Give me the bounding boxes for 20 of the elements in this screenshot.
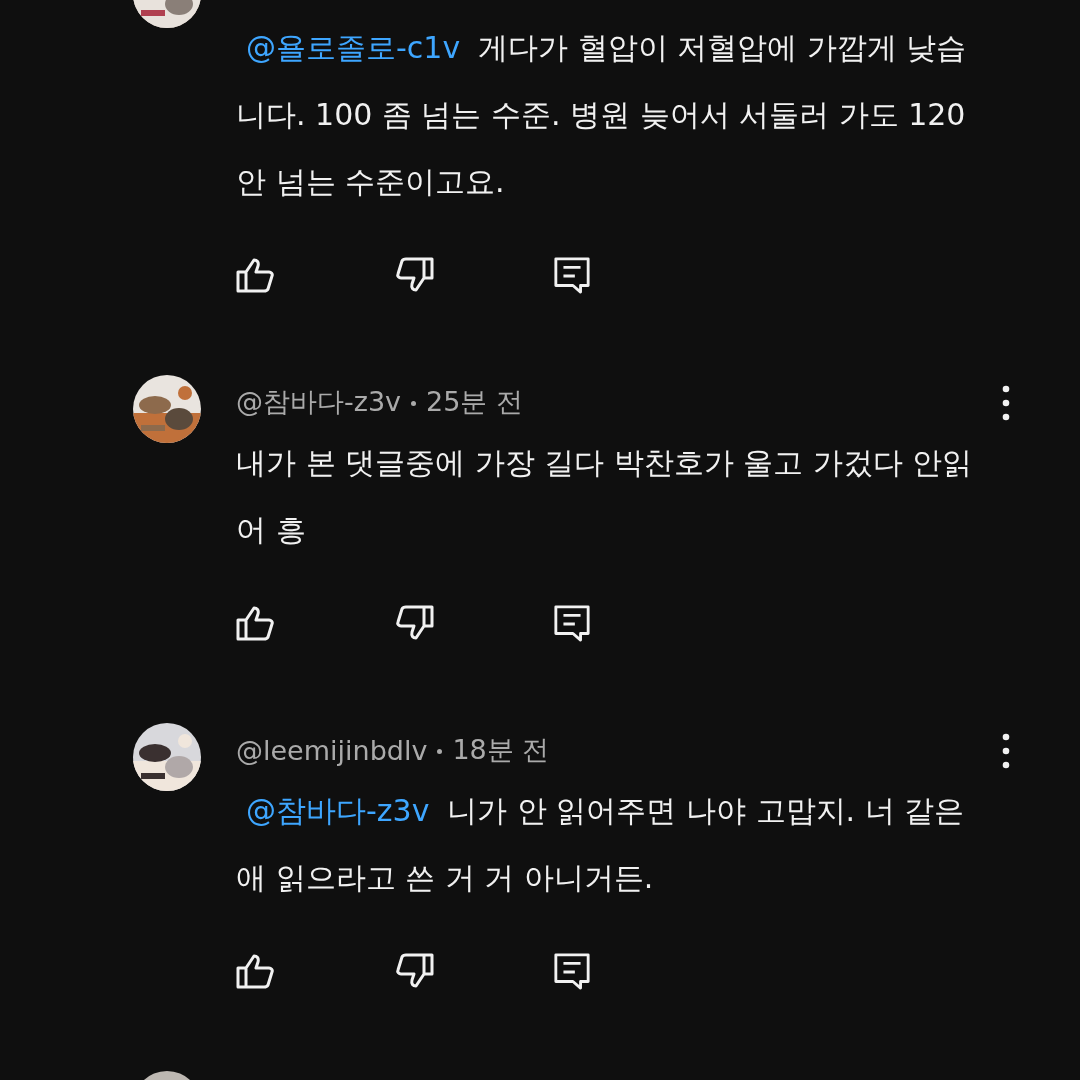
- comment-text: 내가 본 댓글중에 가장 길다 박찬호가 울고 가겄다 안읽어 흥: [236, 444, 974, 549]
- comment-text: @욜로졸로-c1v 게다가 혈압이 저혈압에 가깝게 낮습니다. 100 좀 넘는 수준. 병원 늦어서 서둘러 가도 120 안 넘는 수준이고요.: [236, 29, 968, 201]
- more-options-icon[interactable]: [1002, 733, 1010, 769]
- more-options-icon[interactable]: [1002, 385, 1010, 421]
- mention-link[interactable]: @참바다-z3v: [246, 793, 430, 828]
- mention-link[interactable]: @욜로졸로-c1v: [246, 30, 461, 65]
- thumbs-down-icon[interactable]: [394, 952, 434, 990]
- comment-time: 25분 전: [411, 384, 524, 420]
- reply-icon[interactable]: [552, 604, 592, 642]
- comment-author[interactable]: @참바다-z3v: [236, 384, 402, 420]
- reply-icon[interactable]: [552, 256, 592, 294]
- comment-time: 18분 전: [437, 732, 550, 768]
- comment-author[interactable]: @leemijinbdlv: [236, 734, 428, 766]
- thumbs-up-icon[interactable]: [236, 256, 276, 294]
- reply-icon[interactable]: [552, 952, 592, 990]
- comment-text: @참바다-z3v 니가 안 읽어주면 나야 고맙지. 너 같은 애 읽으라고 쓴 거 거 아니거든.: [236, 792, 966, 897]
- thumbs-down-icon[interactable]: [394, 604, 434, 642]
- thumbs-down-icon[interactable]: [394, 256, 434, 294]
- thumbs-up-icon[interactable]: [236, 952, 276, 990]
- thumbs-up-icon[interactable]: [236, 604, 276, 642]
